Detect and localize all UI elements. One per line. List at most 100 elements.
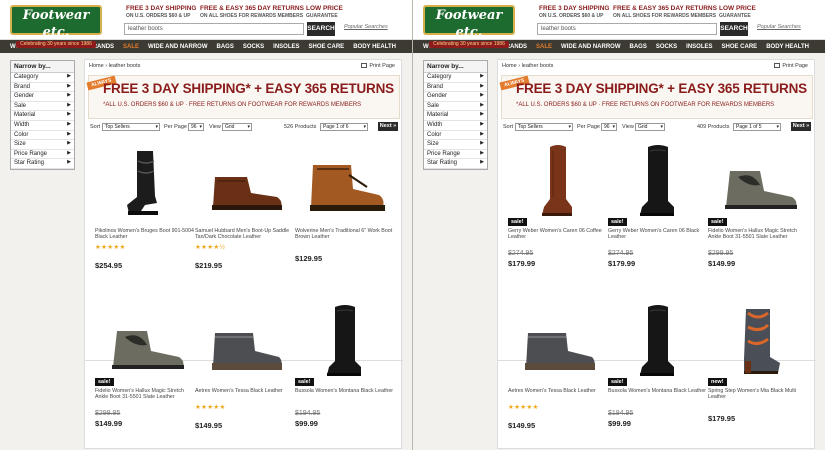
filter-price-range[interactable]: Price Range ▶ xyxy=(11,150,74,160)
product-name[interactable]: Bussola Women's Montana Black Leather xyxy=(295,388,395,394)
next-page-button[interactable]: Next » xyxy=(378,122,398,131)
popular-searches-link[interactable]: Popular Searches xyxy=(757,24,801,30)
nav-item-shoe-care[interactable]: SHOE CARE xyxy=(722,44,758,50)
nav-item-shoe-care[interactable]: SHOE CARE xyxy=(309,44,345,50)
promo-low-price[interactable]: LOW PRICE GUARANTEE xyxy=(306,5,343,19)
breadcrumb-home[interactable]: Home xyxy=(89,63,104,69)
print-page-link[interactable]: Print Page xyxy=(774,63,808,69)
promo-banner[interactable]: ALWAYS FREE 3 DAY SHIPPING* + EASY 365 R… xyxy=(86,75,400,119)
nav-item-insoles[interactable]: INSOLES xyxy=(686,44,712,50)
view-select[interactable]: Grid xyxy=(222,123,252,131)
filter-star-rating[interactable]: Star Rating ▶ xyxy=(11,159,74,169)
product-card[interactable]: new! Spring Step Women's Mia Black Multi … xyxy=(708,296,808,446)
filter-price-range[interactable]: Price Range ▶ xyxy=(424,150,487,160)
nav-item-sale[interactable]: SALE xyxy=(123,44,139,50)
search-input[interactable]: leather boots xyxy=(124,23,304,35)
filter-width[interactable]: Width ▶ xyxy=(424,121,487,131)
product-name[interactable]: Bussola Women's Montana Black Leather xyxy=(608,388,708,394)
product-card[interactable]: sale! Bussola Women's Montana Black Leath… xyxy=(295,296,395,446)
nav-item-wide-and-narrow[interactable]: WIDE AND NARROW xyxy=(561,44,620,50)
filter-sale[interactable]: Sale ▶ xyxy=(11,102,74,112)
product-image[interactable] xyxy=(195,136,295,226)
nav-item-bags[interactable]: BAGS xyxy=(216,44,233,50)
search-button[interactable]: SEARCH xyxy=(307,22,335,36)
promo-returns[interactable]: FREE & EASY 365 DAY RETURNS ON ALL SHOES… xyxy=(613,5,717,19)
nav-item-body-health[interactable]: BODY HEALTH xyxy=(353,44,396,50)
product-name[interactable]: Gerry Weber Women's Caren 06 Black Leath… xyxy=(608,228,708,240)
search-button[interactable]: SEARCH xyxy=(720,22,748,36)
filter-color[interactable]: Color ▶ xyxy=(424,131,487,141)
page-select[interactable]: Page 1 of 5 xyxy=(733,123,781,131)
filter-brand[interactable]: Brand ▶ xyxy=(11,83,74,93)
search-input[interactable]: leather boots xyxy=(537,23,717,35)
product-card[interactable]: Wolverine Men's Traditional 6" Work Boot… xyxy=(295,136,395,286)
product-image[interactable]: sale! xyxy=(295,296,395,386)
product-name[interactable]: Fidelio Women's Hallux Magic Stretch Ank… xyxy=(708,228,808,240)
product-card[interactable]: sale! Bussola Women's Montana Black Leath… xyxy=(608,296,708,446)
product-name[interactable]: Aetrex Women's Tessa Black Leather xyxy=(508,388,608,394)
product-image[interactable]: sale! xyxy=(508,136,608,226)
product-name[interactable]: Gerry Weber Women's Caren 06 Coffee Leat… xyxy=(508,228,608,240)
filter-sale[interactable]: Sale ▶ xyxy=(424,102,487,112)
nav-item-socks[interactable]: SOCKS xyxy=(243,44,264,50)
product-image[interactable] xyxy=(508,296,608,386)
product-name[interactable]: Pikolinos Women's Bruges Boot 901-5004 B… xyxy=(95,228,195,240)
product-image[interactable] xyxy=(195,296,295,386)
product-card[interactable]: sale! Gerry Weber Women's Caren 06 Black … xyxy=(608,136,708,286)
product-card[interactable]: Pikolinos Women's Bruges Boot 901-5004 B… xyxy=(95,136,195,286)
promo-shipping[interactable]: FREE 3 DAY SHIPPING ON U.S. ORDERS $60 &… xyxy=(126,5,196,19)
promo-banner[interactable]: ALWAYS FREE 3 DAY SHIPPING* + EASY 365 R… xyxy=(499,75,813,119)
product-card[interactable]: Aetrex Women's Tessa Black Leather ★★★★★ $… xyxy=(508,296,608,446)
product-name[interactable]: Aetrex Women's Tessa Black Leather xyxy=(195,388,295,394)
product-image[interactable]: sale! xyxy=(708,136,808,226)
product-image[interactable]: sale! xyxy=(608,136,708,226)
promo-shipping[interactable]: FREE 3 DAY SHIPPING ON U.S. ORDERS $60 &… xyxy=(539,5,609,19)
filter-brand[interactable]: Brand ▶ xyxy=(424,83,487,93)
product-card[interactable]: sale! Fidelio Women's Hallux Magic Stretc… xyxy=(708,136,808,286)
popular-searches-link[interactable]: Popular Searches xyxy=(344,24,388,30)
product-name[interactable]: Wolverine Men's Traditional 6" Work Boot… xyxy=(295,228,395,240)
product-card[interactable]: Aetrex Women's Tessa Black Leather ★★★★★ $… xyxy=(195,296,295,446)
product-card[interactable]: sale! Gerry Weber Women's Caren 06 Coffee… xyxy=(508,136,608,286)
filter-width[interactable]: Width ▶ xyxy=(11,121,74,131)
filter-gender[interactable]: Gender ▶ xyxy=(11,92,74,102)
filter-material[interactable]: Material ▶ xyxy=(424,111,487,121)
per-page-select[interactable]: 96 xyxy=(601,123,617,131)
breadcrumb-home[interactable]: Home xyxy=(502,63,517,69)
filter-gender[interactable]: Gender ▶ xyxy=(424,92,487,102)
promo-returns[interactable]: FREE & EASY 365 DAY RETURNS ON ALL SHOES… xyxy=(200,5,304,19)
view-select[interactable]: Grid xyxy=(635,123,665,131)
product-card[interactable]: sale! Fidelio Women's Hallux Magic Stretc… xyxy=(95,296,195,446)
product-image[interactable]: new! xyxy=(708,296,808,386)
filter-size[interactable]: Size ▶ xyxy=(11,140,74,150)
product-image[interactable] xyxy=(95,136,195,226)
promo-low-price[interactable]: LOW PRICE GUARANTEE xyxy=(719,5,756,19)
nav-item-wide-and-narrow[interactable]: WIDE AND NARROW xyxy=(148,44,207,50)
filter-category[interactable]: Category ▶ xyxy=(11,73,74,83)
product-image[interactable]: sale! xyxy=(608,296,708,386)
site-logo[interactable]: Footwear etc. Celebrating 30 years since… xyxy=(10,5,102,48)
nav-item-bags[interactable]: BAGS xyxy=(629,44,646,50)
sort-select[interactable]: Top Sellers xyxy=(515,123,573,131)
filter-material[interactable]: Material ▶ xyxy=(11,111,74,121)
product-name[interactable]: Spring Step Women's Mia Black Multi Leat… xyxy=(708,388,808,400)
filter-star-rating[interactable]: Star Rating ▶ xyxy=(424,159,487,169)
page-select[interactable]: Page 1 of 6 xyxy=(320,123,368,131)
product-image[interactable] xyxy=(295,136,395,226)
filter-category[interactable]: Category ▶ xyxy=(424,73,487,83)
print-page-link[interactable]: Print Page xyxy=(361,63,395,69)
product-image[interactable]: sale! xyxy=(95,296,195,386)
sort-select[interactable]: Top Sellers xyxy=(102,123,160,131)
nav-item-body-health[interactable]: BODY HEALTH xyxy=(766,44,809,50)
nav-item-socks[interactable]: SOCKS xyxy=(656,44,677,50)
site-logo[interactable]: Footwear etc. Celebrating 30 years since… xyxy=(423,5,515,48)
nav-item-sale[interactable]: SALE xyxy=(536,44,552,50)
product-card[interactable]: Samuel Hubbard Men's Boot-Up Saddle Tan/… xyxy=(195,136,295,286)
filter-color[interactable]: Color ▶ xyxy=(11,131,74,141)
filter-size[interactable]: Size ▶ xyxy=(424,140,487,150)
product-name[interactable]: Fidelio Women's Hallux Magic Stretch Ank… xyxy=(95,388,195,400)
next-page-button[interactable]: Next » xyxy=(791,122,811,131)
nav-item-insoles[interactable]: INSOLES xyxy=(273,44,299,50)
product-name[interactable]: Samuel Hubbard Men's Boot-Up Saddle Tan/… xyxy=(195,228,295,240)
per-page-select[interactable]: 96 xyxy=(188,123,204,131)
